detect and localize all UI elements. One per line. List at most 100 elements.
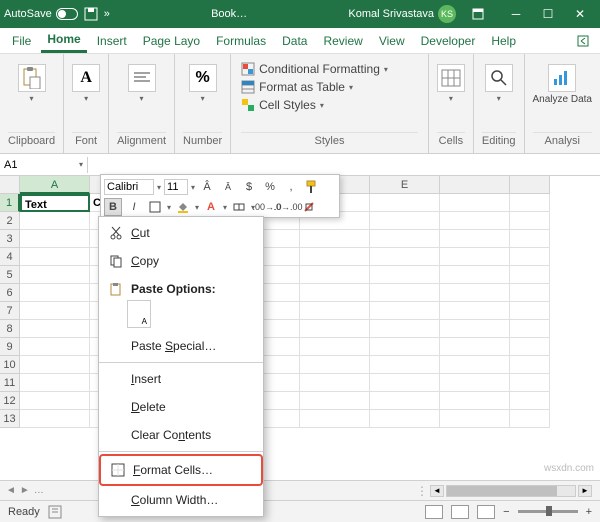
sheet-more-icon[interactable]: … — [34, 485, 44, 496]
cell[interactable] — [510, 356, 550, 374]
cell[interactable] — [370, 392, 440, 410]
share-button[interactable] — [572, 30, 594, 52]
cell[interactable] — [510, 302, 550, 320]
tab-page-layout[interactable]: Page Layo — [137, 30, 206, 52]
cell[interactable] — [370, 338, 440, 356]
cell[interactable] — [440, 374, 510, 392]
cell[interactable] — [300, 248, 370, 266]
cell[interactable] — [440, 320, 510, 338]
column-header-blank[interactable] — [440, 176, 510, 194]
normal-view-button[interactable] — [425, 505, 443, 519]
cell[interactable] — [440, 266, 510, 284]
cell[interactable] — [370, 302, 440, 320]
cell[interactable] — [510, 410, 550, 428]
scroll-track[interactable] — [446, 485, 576, 497]
chevron-down-icon[interactable]: ▾ — [79, 160, 83, 169]
format-table-button[interactable]: Format as Table ▾ — [241, 80, 418, 94]
chevron-down-icon[interactable]: ▾ — [497, 94, 501, 103]
format-painter-icon[interactable] — [303, 178, 321, 196]
row-header-1[interactable]: 1 — [0, 194, 20, 212]
find-icon[interactable] — [485, 64, 513, 92]
name-box[interactable]: A1 ▾ — [0, 157, 88, 173]
toggle-off-icon[interactable] — [56, 8, 78, 20]
zoom-slider[interactable] — [518, 510, 578, 513]
font-size-input[interactable] — [164, 179, 188, 195]
cell[interactable] — [370, 212, 440, 230]
cell[interactable] — [300, 320, 370, 338]
accessibility-icon[interactable] — [48, 505, 62, 519]
row-header-7[interactable]: 7 — [0, 302, 20, 320]
comma-format-icon[interactable]: , — [282, 178, 300, 196]
row-header-5[interactable]: 5 — [0, 266, 20, 284]
cell[interactable] — [300, 302, 370, 320]
cell[interactable] — [20, 392, 90, 410]
number-icon[interactable]: % — [189, 64, 217, 92]
cell[interactable] — [510, 248, 550, 266]
cell[interactable] — [20, 356, 90, 374]
ctx-cut[interactable]: Cut — [99, 219, 263, 247]
maximize-button[interactable]: ☐ — [532, 0, 564, 28]
cell[interactable] — [440, 230, 510, 248]
analyze-icon[interactable] — [548, 64, 576, 92]
cell[interactable] — [440, 392, 510, 410]
scroll-right-button[interactable]: ► — [578, 485, 592, 497]
row-header-2[interactable]: 2 — [0, 212, 20, 230]
cells-icon[interactable] — [437, 64, 465, 92]
cell[interactable] — [440, 410, 510, 428]
cell[interactable] — [300, 356, 370, 374]
cell[interactable] — [300, 266, 370, 284]
italic-button[interactable]: I — [125, 198, 143, 216]
cell[interactable] — [20, 284, 90, 302]
bold-button[interactable]: B — [104, 198, 122, 216]
tab-review[interactable]: Review — [317, 30, 368, 52]
cell-styles-button[interactable]: Cell Styles ▾ — [241, 98, 418, 112]
chevron-down-icon[interactable]: ▾ — [223, 203, 227, 212]
chevron-down-icon[interactable]: ▾ — [195, 203, 199, 212]
ctx-copy[interactable]: Copy — [99, 247, 263, 275]
minimize-button[interactable]: ─ — [500, 0, 532, 28]
cell[interactable] — [510, 212, 550, 230]
cell[interactable] — [370, 410, 440, 428]
ctx-clear-contents[interactable]: Clear Contents — [99, 421, 263, 449]
chevron-down-icon[interactable]: ▾ — [140, 94, 144, 103]
tab-home[interactable]: Home — [41, 28, 86, 53]
tab-data[interactable]: Data — [276, 30, 313, 52]
font-icon[interactable]: A — [72, 64, 100, 92]
cell[interactable] — [20, 374, 90, 392]
cell[interactable] — [20, 302, 90, 320]
cell[interactable] — [510, 392, 550, 410]
cell[interactable] — [300, 230, 370, 248]
cell[interactable] — [370, 320, 440, 338]
cell[interactable] — [440, 302, 510, 320]
autosave-toggle[interactable]: AutoSave — [4, 8, 78, 20]
cell[interactable] — [440, 338, 510, 356]
page-layout-view-button[interactable] — [451, 505, 469, 519]
fill-color-icon[interactable] — [174, 198, 192, 216]
cell[interactable] — [440, 356, 510, 374]
select-all-corner[interactable] — [0, 176, 20, 194]
clear-format-icon[interactable] — [300, 198, 318, 216]
sheet-nav[interactable]: ◄ ► … — [0, 485, 50, 496]
cell[interactable] — [300, 374, 370, 392]
chevron-down-icon[interactable]: ▾ — [167, 203, 171, 212]
cell[interactable] — [300, 284, 370, 302]
tab-file[interactable]: File — [6, 30, 37, 52]
cell[interactable] — [300, 410, 370, 428]
scroll-left-button[interactable]: ◄ — [430, 485, 444, 497]
percent-format-icon[interactable]: % — [261, 178, 279, 196]
cell[interactable] — [20, 212, 90, 230]
row-header-13[interactable]: 13 — [0, 410, 20, 428]
cell[interactable] — [370, 284, 440, 302]
row-header-4[interactable]: 4 — [0, 248, 20, 266]
row-header-6[interactable]: 6 — [0, 284, 20, 302]
cell[interactable] — [440, 194, 510, 212]
cell[interactable] — [20, 338, 90, 356]
chevron-down-icon[interactable]: ▾ — [201, 94, 205, 103]
cell[interactable] — [440, 212, 510, 230]
accounting-format-icon[interactable]: $ — [240, 178, 258, 196]
paste-option-keep-text[interactable]: A — [127, 300, 151, 328]
paste-icon[interactable] — [18, 64, 46, 92]
chevron-down-icon[interactable]: ▾ — [30, 94, 34, 103]
sheet-prev-icon[interactable]: ◄ — [6, 485, 16, 496]
tab-developer[interactable]: Developer — [415, 30, 482, 52]
